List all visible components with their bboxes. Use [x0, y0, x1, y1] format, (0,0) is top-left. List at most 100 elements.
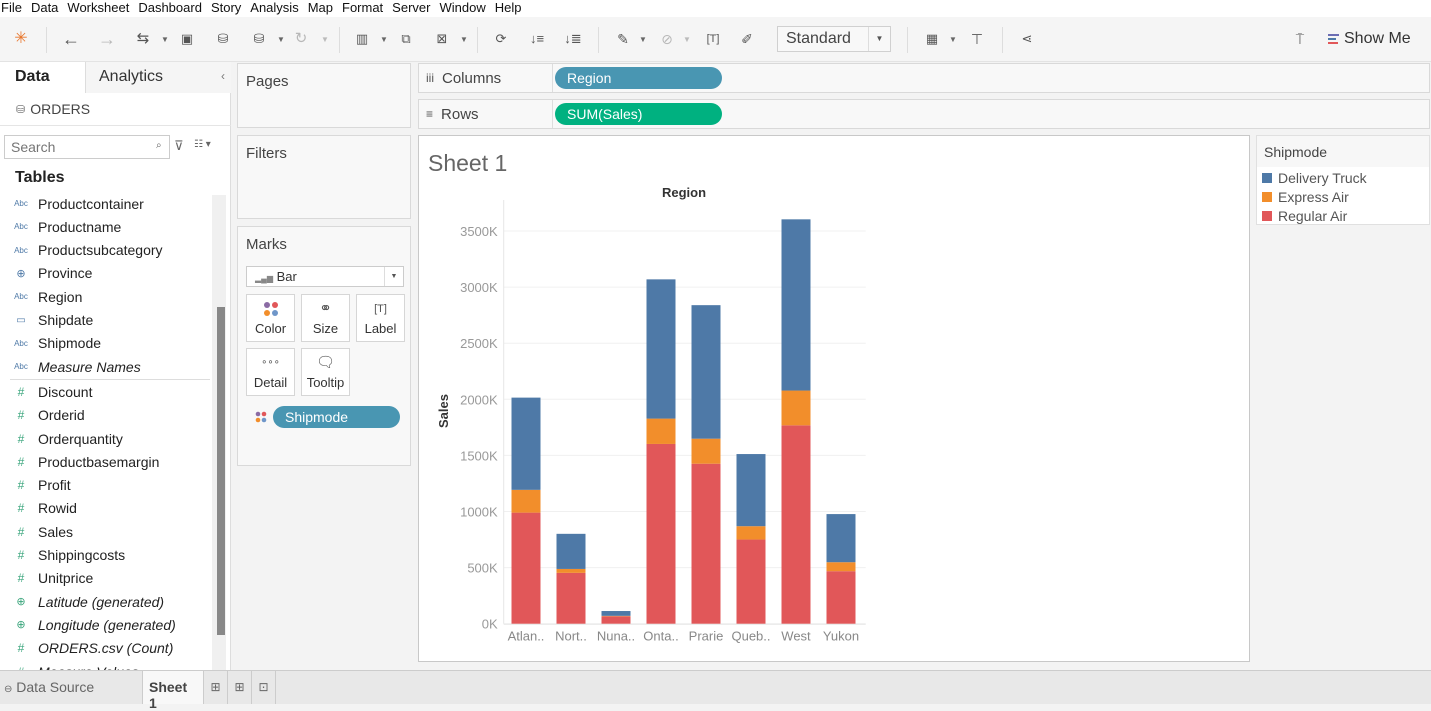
- color-button[interactable]: Color: [246, 294, 295, 342]
- tab-sheet-1[interactable]: Sheet 1: [142, 671, 204, 704]
- swap-icon[interactable]: ⇆: [133, 29, 153, 49]
- field-orderquantity[interactable]: #Orderquantity: [0, 427, 212, 450]
- field-shippingcosts[interactable]: #Shippingcosts: [0, 544, 212, 567]
- tab-analytics[interactable]: Analytics ‹: [85, 62, 231, 93]
- menu-format[interactable]: Format: [338, 0, 388, 17]
- menu-data[interactable]: Data: [27, 0, 63, 17]
- field-shipmode[interactable]: AbcShipmode: [0, 332, 212, 355]
- filters-shelf[interactable]: Filters: [237, 135, 411, 219]
- pause-dropdown-caret[interactable]: ▼: [277, 30, 285, 50]
- field-measure-values[interactable]: #Measure Values: [0, 660, 212, 670]
- highlight-icon[interactable]: ✎: [613, 29, 633, 49]
- datasource-item[interactable]: ⛁ ORDERS: [16, 101, 90, 117]
- new-worksheet-caret[interactable]: ▼: [380, 30, 388, 50]
- view-options-icon[interactable]: ☷ ▾: [194, 139, 211, 150]
- legend-item-delivery-truck[interactable]: Delivery Truck: [1262, 169, 1367, 187]
- menu-file[interactable]: File: [0, 0, 27, 17]
- size-button[interactable]: ⚭ Size: [301, 294, 350, 342]
- presentation-icon[interactable]: ⊤: [967, 29, 987, 49]
- fix-axes-icon[interactable]: ✐: [737, 29, 757, 49]
- tooltip-pin-icon[interactable]: ⍑: [1290, 29, 1310, 49]
- y-tick-label: 0K: [482, 617, 498, 632]
- field-unitprice[interactable]: #Unitprice: [0, 567, 212, 590]
- new-story-icon[interactable]: ⊡: [252, 671, 276, 704]
- fit-select[interactable]: Standard▼: [777, 26, 891, 52]
- group-caret[interactable]: ▼: [683, 30, 691, 50]
- group-icon[interactable]: ⊘: [657, 29, 677, 49]
- field-province[interactable]: ⊕Province: [0, 262, 212, 285]
- filter-icon[interactable]: ⊽: [174, 138, 184, 154]
- field-profit[interactable]: #Profit: [0, 474, 212, 497]
- tooltip-button[interactable]: 🗨 Tooltip: [301, 348, 350, 396]
- field-orders-csv-count-[interactable]: #ORDERS.csv (Count): [0, 637, 212, 660]
- duplicate-sheet-icon[interactable]: ⧉: [396, 29, 416, 49]
- share-icon[interactable]: ⋖: [1017, 29, 1037, 49]
- undo-icon[interactable]: ←: [61, 29, 81, 49]
- redo-icon[interactable]: →: [97, 29, 117, 49]
- detail-button[interactable]: ∘∘∘ Detail: [246, 348, 295, 396]
- field-productname[interactable]: AbcProductname: [0, 215, 212, 238]
- clear-sheet-caret[interactable]: ▼: [460, 30, 468, 50]
- field-productbasemargin[interactable]: #Productbasemargin: [0, 450, 212, 473]
- menu-window[interactable]: Window: [435, 0, 490, 17]
- sort-descending-icon[interactable]: ↓≣: [563, 29, 583, 49]
- legend-item-express-air[interactable]: Express Air: [1262, 188, 1349, 206]
- menu-worksheet[interactable]: Worksheet: [63, 0, 134, 17]
- clear-sheet-icon[interactable]: ⊠: [432, 29, 452, 49]
- bar-chart-icon: ▂▄▆: [255, 274, 273, 283]
- menu-server[interactable]: Server: [388, 0, 435, 17]
- menu-analysis[interactable]: Analysis: [246, 0, 303, 17]
- pause-updates-icon[interactable]: ⛁: [249, 29, 269, 49]
- refresh-dropdown-caret[interactable]: ▼: [321, 30, 329, 50]
- show-cards-caret[interactable]: ▼: [949, 30, 957, 50]
- tableau-logo-icon[interactable]: ✳: [11, 29, 31, 49]
- new-worksheet-icon[interactable]: ⊞: [204, 671, 228, 704]
- show-me-button[interactable]: Show Me: [1328, 29, 1411, 49]
- field-productsubcategory[interactable]: AbcProductsubcategory: [0, 239, 212, 262]
- menu-dashboard[interactable]: Dashboard: [134, 0, 207, 17]
- rows-shelf[interactable]: ≡ Rows SUM(Sales): [418, 99, 1430, 129]
- field-rowid[interactable]: #Rowid: [0, 497, 212, 520]
- show-labels-icon[interactable]: [T]: [703, 29, 723, 49]
- field-sales[interactable]: #Sales: [0, 520, 212, 543]
- field-latitude-generated-[interactable]: ⊕Latitude (generated): [0, 590, 212, 613]
- field-discount[interactable]: #Discount: [0, 380, 212, 403]
- refresh-icon[interactable]: ↻: [291, 29, 311, 49]
- tab-data-source[interactable]: ⊖ Data Source: [0, 671, 142, 704]
- sort-ascending-icon[interactable]: ↓≡: [527, 29, 547, 49]
- new-dashboard-icon[interactable]: ⊞: [228, 671, 252, 704]
- field-list-scroll-thumb[interactable]: [217, 307, 225, 635]
- swap-dropdown-caret[interactable]: ▼: [161, 30, 169, 50]
- tab-data[interactable]: Data: [0, 62, 85, 93]
- legend-item-regular-air[interactable]: Regular Air: [1262, 207, 1347, 225]
- region-pill[interactable]: Region: [555, 67, 722, 89]
- menu-map[interactable]: Map: [304, 0, 338, 17]
- search-icon[interactable]: ⌕: [156, 140, 162, 151]
- collapse-pane-icon[interactable]: ‹: [221, 69, 225, 83]
- menu-help[interactable]: Help: [491, 0, 527, 17]
- field-longitude-generated-[interactable]: ⊕Longitude (generated): [0, 613, 212, 636]
- label-button[interactable]: [T] Label: [356, 294, 405, 342]
- bar-segment-express-air: [557, 569, 586, 573]
- field-productcontainer[interactable]: AbcProductcontainer: [0, 192, 212, 215]
- highlight-caret[interactable]: ▼: [639, 30, 647, 50]
- columns-shelf[interactable]: iii Columns Region: [418, 63, 1430, 93]
- field-measure-names[interactable]: AbcMeasure Names: [0, 355, 212, 378]
- new-datasource-icon[interactable]: ⛁: [213, 29, 233, 49]
- save-icon[interactable]: ▣: [177, 29, 197, 49]
- field-shipdate[interactable]: ▭Shipdate: [0, 309, 212, 332]
- bar-segment-regular-air: [557, 573, 586, 624]
- mark-type-select[interactable]: ▂▄▆ Bar ▼: [246, 266, 404, 287]
- new-worksheet-icon[interactable]: ▥: [352, 29, 372, 49]
- field-orderid[interactable]: #Orderid: [0, 404, 212, 427]
- shipmode-color-pill[interactable]: Shipmode: [273, 406, 400, 428]
- field-name: Discount: [38, 384, 92, 400]
- y-axis-title: Sales: [436, 394, 451, 428]
- swap-rows-columns-icon[interactable]: ⟳: [491, 29, 511, 49]
- field-search-input[interactable]: [4, 135, 170, 159]
- field-region[interactable]: AbcRegion: [0, 285, 212, 308]
- pages-shelf[interactable]: Pages: [237, 63, 411, 128]
- show-cards-icon[interactable]: ▦: [922, 29, 942, 49]
- sum-sales-pill[interactable]: SUM(Sales): [555, 103, 722, 125]
- menu-story[interactable]: Story: [207, 0, 246, 17]
